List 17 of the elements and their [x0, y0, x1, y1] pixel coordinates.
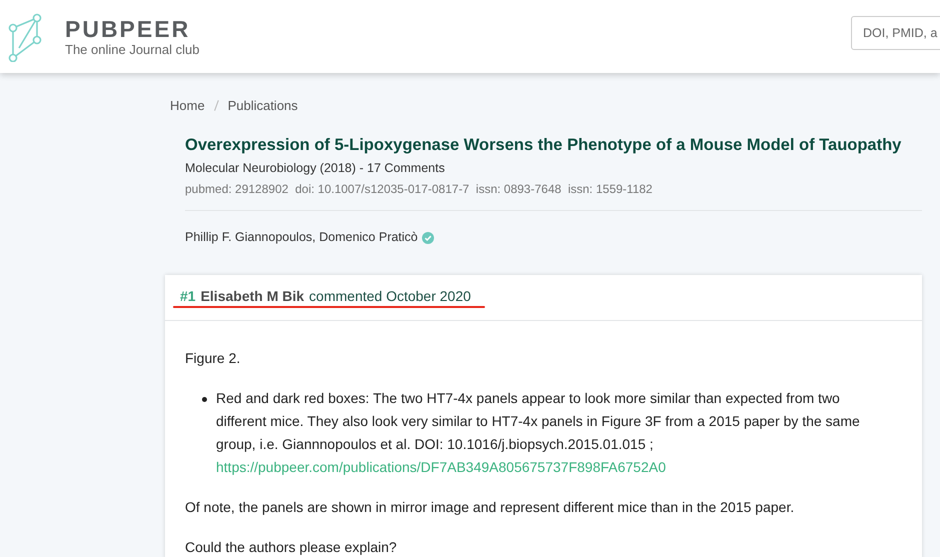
identifiers-line: pubmed: 29128902 doi: 10.1007/s12035-017-0817-7 issn: 0893-7648 issn: 1559-1182 [185, 181, 654, 198]
comment-paragraph: Figure 2. [185, 349, 242, 368]
bullet-text: Red and dark red boxes: The two HT7-4x panels appear to look more similar than expected from two different mice. They also look very similar to HT7-4x panels in Figure 3F from a 2015 paper by the same group, i.e. Giannnopoulos et al. DOI: 10.1016/j.biopsych.2015.01.015 ; [216, 390, 860, 452]
commenter-name[interactable]: Elisabeth M Bik [200, 286, 304, 307]
comment-paragraph: Could the authors please explain? [185, 538, 398, 557]
comment-paragraph: Of note, the panels are shown in mirror image and represent different mice than in the 2015 paper. [185, 498, 796, 517]
publication-title[interactable]: Overexpression of 5-Lipoxygenase Worsens the Phenotype of a Mouse Model of Tauopathy [185, 134, 922, 156]
tagline: The online Journal club [65, 42, 200, 58]
bullet-mark [202, 397, 207, 402]
logo-icon[interactable] [7, 12, 43, 62]
breadcrumb-link[interactable]: Publications [228, 96, 298, 116]
comment-date[interactable]: commented October 2020 [309, 286, 471, 307]
search-field[interactable]: DOI, PMID, a [851, 16, 940, 50]
author-list[interactable]: Phillip F. Giannopoulos, Domenico Praticò [185, 228, 418, 247]
breadcrumb-link[interactable]: Home [170, 96, 205, 116]
brand-name[interactable]: PUBPEER [65, 16, 200, 42]
journal-line: Molecular Neurobiology (2018) - 17 Comments [185, 160, 446, 177]
